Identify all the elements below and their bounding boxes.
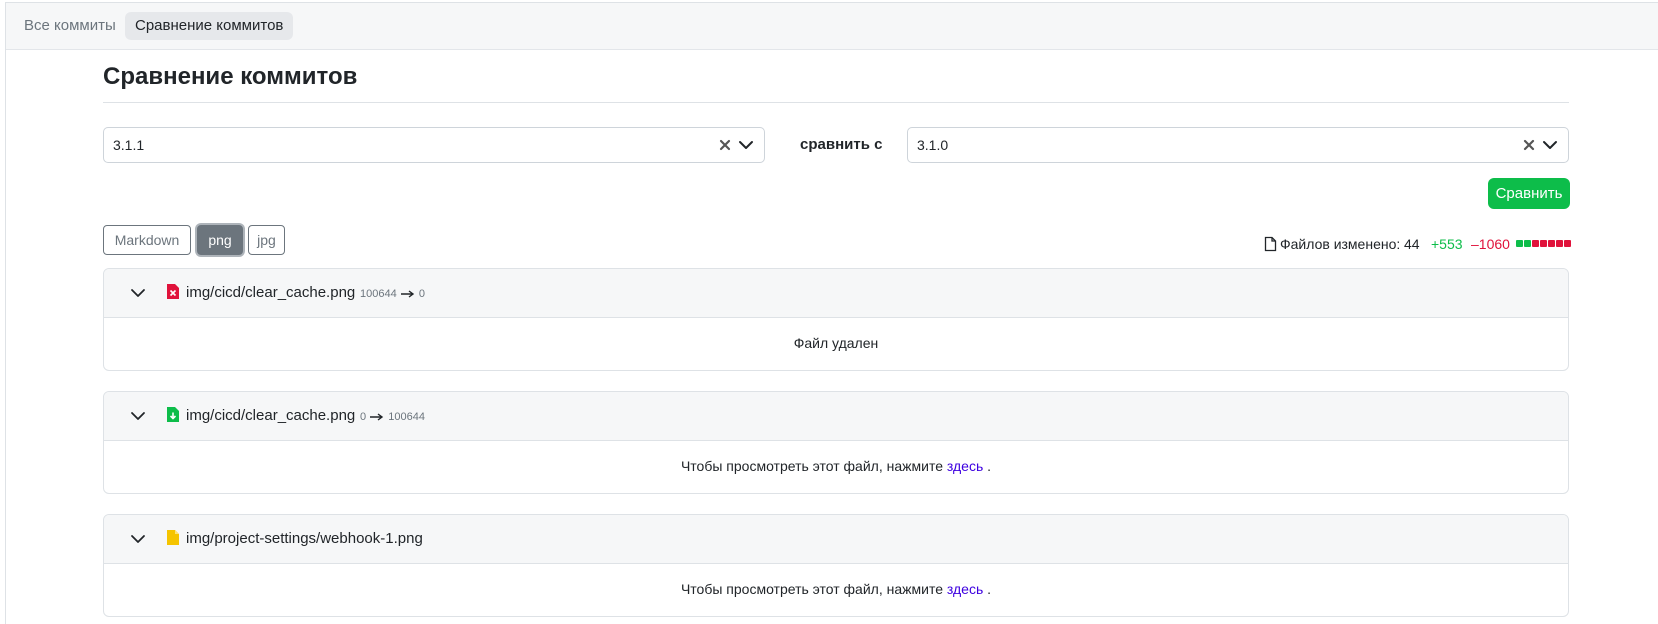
chevron-down-icon[interactable] [1541, 136, 1559, 154]
clear-icon[interactable] [716, 136, 734, 154]
page-title: Сравнение коммитов [103, 63, 358, 90]
file-diff-header: img/cicd/clear_cache.png 0 100644 [104, 392, 1568, 441]
arrow-right-icon [370, 413, 384, 421]
file-icon [1264, 236, 1277, 252]
mode-to: 0 [418, 288, 425, 300]
arrow-right-icon [400, 290, 414, 298]
file-diff-body: Чтобы просмотреть этот файл, нажмите зде… [104, 441, 1568, 493]
file-path: img/cicd/clear_cache.png [186, 407, 356, 424]
file-path: img/project-settings/webhook-1.png [186, 530, 423, 547]
file-message: Чтобы просмотреть этот файл, нажмите [680, 458, 943, 474]
filter-jpg[interactable]: jpg [248, 225, 285, 255]
from-commit-select[interactable]: 3.1.1 [103, 127, 765, 163]
file-diff-body: Файл удален [104, 318, 1568, 370]
diff-stat-square [1564, 240, 1571, 247]
compare-button[interactable]: Сравнить [1488, 178, 1570, 209]
file-diff-card: img/project-settings/webhook-1.png Чтобы… [103, 514, 1569, 617]
diff-stat-square [1532, 240, 1539, 247]
file-diff-body: Чтобы просмотреть этот файл, нажмите зде… [104, 564, 1568, 616]
chevron-down-icon[interactable] [129, 284, 147, 302]
diff-stat-square [1548, 240, 1555, 247]
file-mode-change: 0 100644 [360, 411, 425, 423]
filter-markdown[interactable]: Markdown [103, 225, 191, 255]
file-mode-change: 100644 0 [360, 288, 425, 300]
file-path: img/cicd/clear_cache.png [186, 284, 356, 301]
filter-png[interactable]: png [197, 225, 243, 255]
diff-stat-square [1556, 240, 1563, 247]
deletions-count: –1060 [1471, 236, 1510, 252]
to-commit-select[interactable]: 3.1.0 [907, 127, 1569, 163]
mode-from: 100644 [360, 288, 397, 300]
chevron-down-icon[interactable] [129, 407, 147, 425]
files-changed-label: Файлов изменено: [1280, 236, 1401, 252]
files-changed-count: 44 [1404, 236, 1420, 252]
file-diff-header: img/project-settings/webhook-1.png [104, 515, 1568, 564]
to-commit-value: 3.1.0 [917, 137, 949, 153]
file-diff-card: img/cicd/clear_cache.png 0 100644 Чтобы … [103, 391, 1569, 494]
view-file-link[interactable]: здесь [947, 458, 983, 474]
view-file-link[interactable]: здесь [947, 581, 983, 597]
file-message: Чтобы просмотреть этот файл, нажмите [680, 581, 943, 597]
file-diff-header: img/cicd/clear_cache.png 100644 0 [104, 269, 1568, 318]
file-message-end: . [987, 581, 992, 597]
file-deleted-icon [167, 284, 179, 299]
diff-stat-square [1524, 240, 1531, 247]
diff-stat-square [1540, 240, 1547, 247]
chevron-down-icon[interactable] [129, 530, 147, 548]
clear-icon[interactable] [1520, 136, 1538, 154]
chevron-down-icon[interactable] [737, 136, 755, 154]
diff-stat-bar [1516, 240, 1572, 248]
file-modified-icon [167, 530, 179, 545]
mode-to: 100644 [388, 411, 425, 423]
file-message: Файл удален [793, 335, 879, 351]
diff-stat-square [1516, 240, 1523, 247]
file-diff-card: img/cicd/clear_cache.png 100644 0 Файл у… [103, 268, 1569, 371]
additions-count: +553 [1431, 236, 1463, 252]
file-message-end: . [987, 458, 992, 474]
file-added-icon [167, 407, 179, 422]
title-divider [103, 102, 1569, 103]
from-commit-value: 3.1.1 [113, 137, 145, 153]
mode-from: 0 [360, 411, 367, 423]
compare-with-label: сравнить с [800, 136, 883, 153]
